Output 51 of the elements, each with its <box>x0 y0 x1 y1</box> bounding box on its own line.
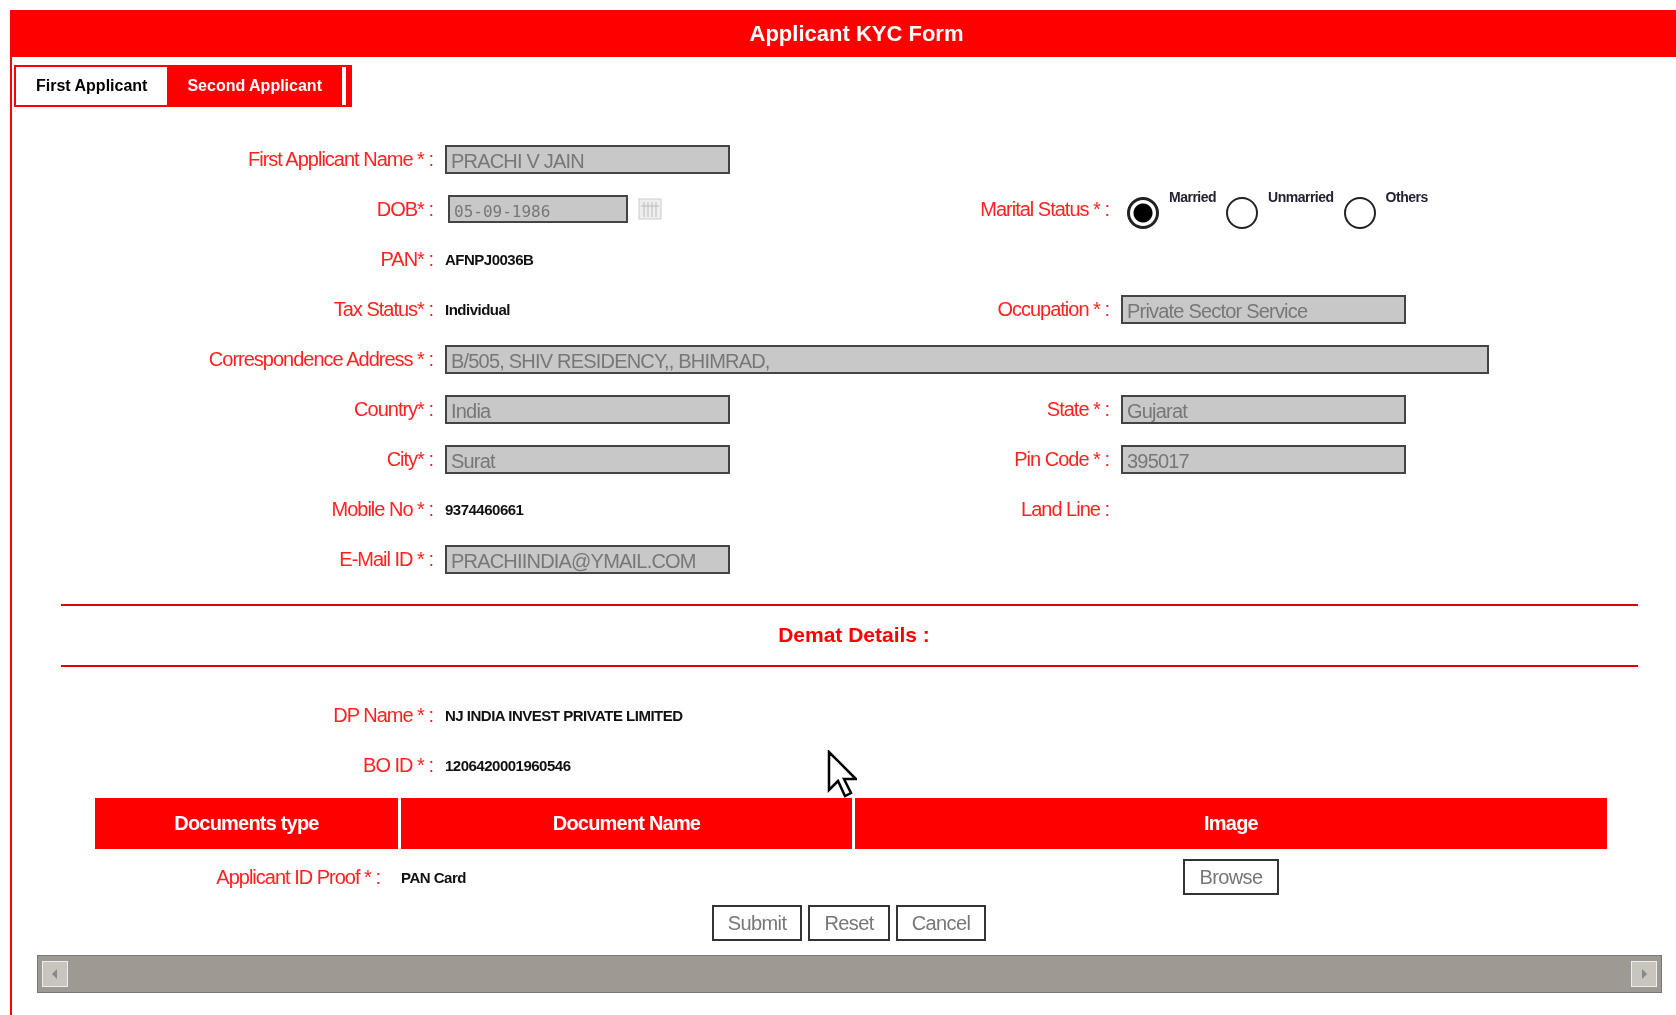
field-label: Tax Status* : <box>333 297 433 320</box>
column-header: Document Name <box>401 798 852 849</box>
cursor-icon <box>827 750 857 798</box>
input-field[interactable]: PRACHIINDIA@YMAIL.COM <box>445 544 730 574</box>
field-label: Country* : <box>354 397 433 420</box>
input-field[interactable]: PRACHI V JAIN <box>445 144 730 174</box>
form-button[interactable]: Cancel <box>895 905 987 941</box>
field-value: AFNPJ0036B <box>445 250 534 268</box>
field-label: DOB* : <box>376 197 433 220</box>
row-label: Applicant ID Proof * : <box>216 865 380 889</box>
field-label: Marital Status * : <box>980 197 1109 220</box>
field-label: Pin Code * : <box>1014 447 1109 470</box>
column-header: Documents type <box>95 798 398 849</box>
window-title: Applicant KYC Form <box>12 10 1676 57</box>
radio-button[interactable] <box>1343 197 1376 229</box>
field-label: City* : <box>386 447 433 470</box>
field-value: 1206420001960546 <box>445 756 571 774</box>
field-label: Occupation * : <box>997 297 1109 320</box>
field-label: Mobile No * : <box>331 497 433 520</box>
field-label: Correspondence Address * : <box>208 347 433 370</box>
column-header: Image <box>855 798 1607 849</box>
field-value: Individual <box>445 300 510 318</box>
input-field[interactable]: Private Sector Service <box>1121 294 1406 324</box>
field-label: BO ID * : <box>363 753 433 776</box>
section-heading: Demat Details : <box>777 622 931 648</box>
scroll-right-icon[interactable] <box>1631 961 1657 987</box>
browse-button[interactable]: Browse <box>1183 859 1279 895</box>
input-field[interactable]: 395017 <box>1121 444 1406 474</box>
field-label: State * : <box>1046 397 1109 420</box>
radio-label: Others <box>1385 189 1428 205</box>
field-label: First Applicant Name * : <box>248 147 433 170</box>
input-field[interactable]: B/505, SHIV RESIDENCY,, BHIMRAD, <box>445 344 1489 374</box>
field-label: PAN* : <box>380 247 433 270</box>
horizontal-scrollbar[interactable] <box>37 955 1662 993</box>
radio-label: Married <box>1169 189 1217 205</box>
radio-label: Unmarried <box>1268 189 1334 205</box>
radio-button[interactable] <box>1127 197 1159 229</box>
field-label: E-Mail ID * : <box>339 547 433 570</box>
form-button[interactable]: Reset <box>808 905 890 941</box>
field-label: Land Line : <box>1021 497 1109 520</box>
input-field[interactable]: Surat <box>445 444 730 474</box>
date-field[interactable]: 05-09-1986 <box>448 195 628 223</box>
radio-button[interactable] <box>1226 197 1259 229</box>
input-field[interactable]: India <box>445 394 730 424</box>
field-value: 9374460661 <box>445 500 524 518</box>
field-label: DP Name * : <box>333 703 433 726</box>
scroll-left-icon[interactable] <box>42 961 68 987</box>
form-button[interactable]: Submit <box>711 905 803 941</box>
field-value: NJ INDIA INVEST PRIVATE LIMITED <box>445 706 683 724</box>
table-cell: PAN Card <box>401 868 466 886</box>
input-field[interactable]: Gujarat <box>1121 394 1406 424</box>
